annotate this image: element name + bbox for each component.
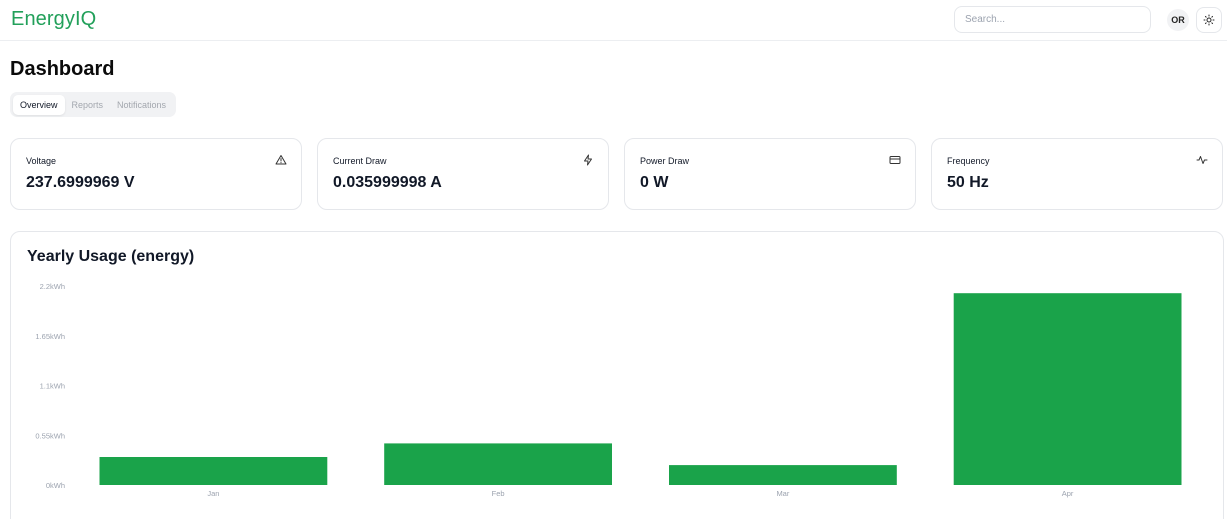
bar-jan[interactable] xyxy=(99,457,328,485)
card-icon xyxy=(889,156,901,164)
y-tick-label: 0.55kWh xyxy=(35,431,65,440)
tab-notifications[interactable]: Notifications xyxy=(110,95,173,115)
activity-pulse-icon xyxy=(1196,156,1208,164)
y-tick-label: 1.1kWh xyxy=(40,382,65,391)
card-value: 0.035999998 A xyxy=(333,174,442,191)
power-draw-card: Power Draw 0 W xyxy=(624,138,916,210)
tab-reports[interactable]: Reports xyxy=(65,95,111,115)
x-tick-label: Mar xyxy=(776,489,789,498)
page-title: Dashboard xyxy=(10,58,115,80)
card-label: Voltage xyxy=(26,156,57,166)
yearly-usage-card: Yearly Usage (energy) 0kWh 0.55kWh 1.1kWh 1… xyxy=(10,231,1224,519)
y-tick-label: 2.2kWh xyxy=(40,282,65,291)
app-logo[interactable]: EnergyIQ xyxy=(11,8,96,31)
card-value: 0 W xyxy=(640,174,669,191)
sun-icon xyxy=(1203,14,1215,26)
card-value: 50 Hz xyxy=(947,174,989,191)
theme-toggle-button[interactable] xyxy=(1196,7,1222,33)
current-draw-card: Current Draw 0.035999998 A xyxy=(317,138,609,210)
card-label: Power Draw xyxy=(640,156,690,166)
tab-list: Overview Reports Notifications xyxy=(10,92,177,117)
x-tick-label: Feb xyxy=(492,489,505,498)
x-tick-label: Jan xyxy=(207,489,219,498)
card-value: 237.6999969 V xyxy=(26,174,135,191)
y-tick-label: 0kWh xyxy=(46,481,65,490)
voltage-card: Voltage 237.6999969 V xyxy=(10,138,302,210)
card-label: Frequency xyxy=(947,156,990,166)
search-input[interactable] xyxy=(954,6,1151,33)
card-label: Current Draw xyxy=(333,156,387,166)
frequency-card: Frequency 50 Hz xyxy=(931,138,1223,210)
warning-triangle-icon xyxy=(275,155,287,165)
top-bar: EnergyIQ OR xyxy=(0,0,1227,41)
lightning-icon xyxy=(584,154,592,166)
user-avatar[interactable]: OR xyxy=(1167,9,1189,31)
y-tick-label: 1.65kWh xyxy=(35,332,65,341)
yearly-usage-chart: 0kWh 0.55kWh 1.1kWh 1.65kWh 2.2kWh Jan Feb Mar A… xyxy=(35,282,1182,498)
x-tick-label: Apr xyxy=(1062,489,1074,498)
bar-feb[interactable] xyxy=(384,443,612,485)
tab-overview[interactable]: Overview xyxy=(13,94,65,115)
bar-apr[interactable] xyxy=(953,293,1182,485)
bar-mar[interactable] xyxy=(669,465,897,485)
